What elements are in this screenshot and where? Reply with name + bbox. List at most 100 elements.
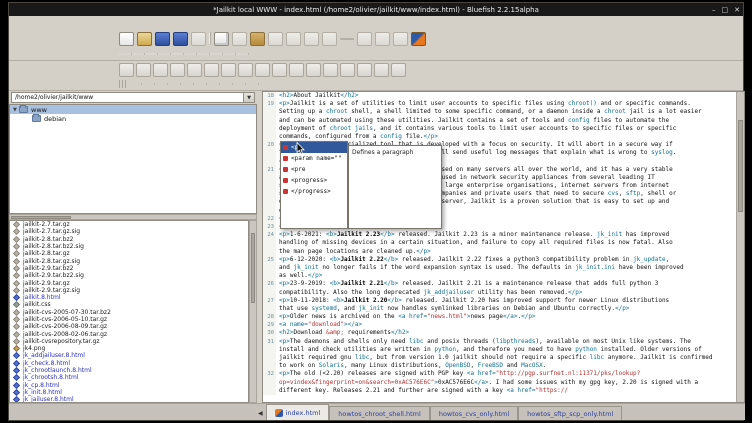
autocomplete-item[interactable]: <param name="": [281, 153, 347, 164]
custom-menu-tab[interactable]: [168, 83, 181, 85]
html-toolbar-tab[interactable]: [171, 53, 184, 55]
menu-project[interactable]: [174, 22, 184, 24]
jailkit-2.9.tar.gz[interactable]: jailkit-2.9.tar.gz: [10, 279, 248, 286]
italic-button[interactable]: [340, 63, 355, 77]
jk_addjailuser.8.html[interactable]: jk_addjailuser.8.html: [10, 352, 248, 359]
jailkit-cvs-2008-02-06.tar.gz[interactable]: jailkit-cvs-2008-02-06.tar.gz: [10, 330, 248, 337]
preferences-button[interactable]: [393, 32, 408, 46]
email-button[interactable]: [221, 63, 236, 77]
document-tab[interactable]: index.html: [266, 404, 330, 420]
jailkit-cvs-2006-08-09.tar.gz[interactable]: jailkit-cvs-2006-08-09.tar.gz: [10, 323, 248, 330]
search-button[interactable]: [268, 32, 283, 46]
frame-button[interactable]: [374, 63, 389, 77]
menu-help[interactable]: [229, 22, 239, 24]
save-as-button[interactable]: [173, 32, 188, 46]
custom-menu-tab[interactable]: [207, 83, 220, 85]
jailkit-2.8.tar.gz.sig[interactable]: jailkit-2.8.tar.gz.sig: [10, 257, 248, 264]
jailkit-2.7.tar.gz[interactable]: jailkit-2.7.tar.gz: [10, 221, 248, 228]
unindent-button[interactable]: [357, 32, 372, 46]
jk_check.8.html[interactable]: jk_check.8.html: [10, 360, 248, 367]
maximize-button[interactable]: □: [722, 6, 729, 14]
jk_init.8.html[interactable]: jk_init.8.html: [10, 389, 248, 396]
autocomplete-item[interactable]: </progress>: [281, 186, 347, 197]
image-button[interactable]: [255, 63, 270, 77]
html-toolbar-tab[interactable]: [210, 53, 223, 55]
undo-button[interactable]: [304, 32, 319, 46]
html-toolbar-tab[interactable]: [236, 53, 249, 55]
html-toolbar-tab[interactable]: [145, 53, 158, 55]
menu-document[interactable]: [152, 22, 162, 24]
jk_chrootlaunch.8.html[interactable]: jk_chrootlaunch.8.html: [10, 367, 248, 374]
indent-button[interactable]: [375, 32, 390, 46]
custom-menu-tab[interactable]: [129, 83, 142, 85]
jailkit-cvs-2005-07-30.tar.bz2[interactable]: jailkit-cvs-2005-07-30.tar.bz2: [10, 309, 248, 316]
jk4.png[interactable]: jk4.png: [10, 345, 248, 352]
custom-menu-tab[interactable]: [155, 83, 168, 85]
menu-dialogs[interactable]: [207, 22, 217, 24]
document-tab[interactable]: howtos_sftp_scp_only.html: [518, 406, 622, 420]
bold-button[interactable]: [323, 63, 338, 77]
comment-button[interactable]: [289, 63, 304, 77]
editor-scrollbar[interactable]: [736, 92, 744, 402]
redo-button[interactable]: [322, 32, 337, 46]
directory-combo[interactable]: /home2/olivier/jailkit/www ▼: [11, 92, 255, 103]
document-tab[interactable]: howtos_cvs_only.html: [430, 406, 518, 420]
replace-button[interactable]: [286, 32, 301, 46]
custom-menu-tab[interactable]: [233, 83, 246, 85]
custom-menu-tab[interactable]: [220, 83, 233, 85]
table-button[interactable]: [272, 63, 287, 77]
close-button[interactable]: [191, 32, 206, 46]
close-window-button[interactable]: ✕: [734, 6, 740, 14]
font-button[interactable]: [306, 63, 321, 77]
new-file-button[interactable]: [119, 32, 134, 46]
html-toolbar-tab[interactable]: [223, 53, 236, 55]
menu-file[interactable]: [119, 22, 129, 24]
jailkit-2.8.tar.bz2.sig[interactable]: jailkit-2.8.tar.bz2.sig: [10, 243, 248, 250]
save-button[interactable]: [155, 32, 170, 46]
body-button[interactable]: [136, 63, 151, 77]
jk_chrootsh.8.html[interactable]: jk_chrootsh.8.html: [10, 374, 248, 381]
jailkit.css[interactable]: jailkit.css: [10, 301, 248, 308]
directory-tree-item[interactable]: ▼ www: [10, 105, 256, 114]
quickstart-button[interactable]: [119, 63, 134, 77]
jk_jailuser.8.html[interactable]: jk_jailuser.8.html: [10, 396, 248, 403]
jk_cp.8.html[interactable]: jk_cp.8.html: [10, 382, 248, 389]
custom-menu-tab[interactable]: [194, 83, 207, 85]
jailkit-cvs-2006-05-10.tar.gz[interactable]: jailkit-cvs-2006-05-10.tar.gz: [10, 316, 248, 323]
menu-tools[interactable]: [185, 22, 195, 24]
paste-button[interactable]: [250, 32, 265, 46]
jailkit-2.7.tar.gz.sig[interactable]: jailkit-2.7.tar.gz.sig: [10, 228, 248, 235]
file-list-scrollbar[interactable]: [249, 220, 257, 403]
custom-menu-tab[interactable]: [181, 83, 194, 85]
autocomplete-item[interactable]: <p: [281, 142, 347, 153]
jailkit.8.html[interactable]: jailkit.8.html: [10, 294, 248, 301]
jailkit-2.8.tar.gz[interactable]: jailkit-2.8.tar.gz: [10, 250, 248, 257]
jailkit-2.9.tar.gz.sig[interactable]: jailkit-2.9.tar.gz.sig: [10, 287, 248, 294]
toolbar-separator[interactable]: [209, 32, 211, 45]
autocomplete-item[interactable]: <pre: [281, 164, 347, 175]
break-button[interactable]: [170, 63, 185, 77]
html-toolbar-tab[interactable]: [197, 53, 210, 55]
menu-view[interactable]: [141, 22, 151, 24]
custom-menu-tab[interactable]: [246, 83, 259, 85]
document-tab[interactable]: howtos_chroot_shell.html: [329, 406, 430, 420]
title-bar[interactable]: *Jailkit local WWW - index.html (/home2/…: [9, 3, 743, 16]
jailkit-2.8.tar.bz2[interactable]: jailkit-2.8.tar.bz2: [10, 236, 248, 243]
paragraph-button[interactable]: [153, 63, 168, 77]
menu-tags[interactable]: [196, 22, 206, 24]
copy-button[interactable]: [214, 32, 229, 46]
minimize-button[interactable]: –: [712, 6, 716, 14]
menu-go[interactable]: [163, 22, 173, 24]
code-editor[interactable]: 18 <h2>About Jailkit</h2> 19 <p>Jailkit …: [262, 91, 745, 403]
html-toolbar-tab[interactable]: [119, 53, 132, 55]
directory-tree-item[interactable]: debian: [10, 114, 256, 123]
toolbar-gap[interactable]: [340, 38, 354, 40]
chevron-down-icon[interactable]: ▼: [243, 93, 254, 102]
custom-menu-tab[interactable]: [142, 83, 155, 85]
nbsp-button[interactable]: [187, 63, 202, 77]
html-toolbar-tab[interactable]: [158, 53, 171, 55]
menu-edit[interactable]: [130, 22, 140, 24]
jailkit-cvsrepository.tar.gz[interactable]: jailkit-cvsrepository.tar.gz: [10, 338, 248, 345]
menu-zencoding[interactable]: [218, 22, 228, 24]
rule-button[interactable]: [238, 63, 253, 77]
